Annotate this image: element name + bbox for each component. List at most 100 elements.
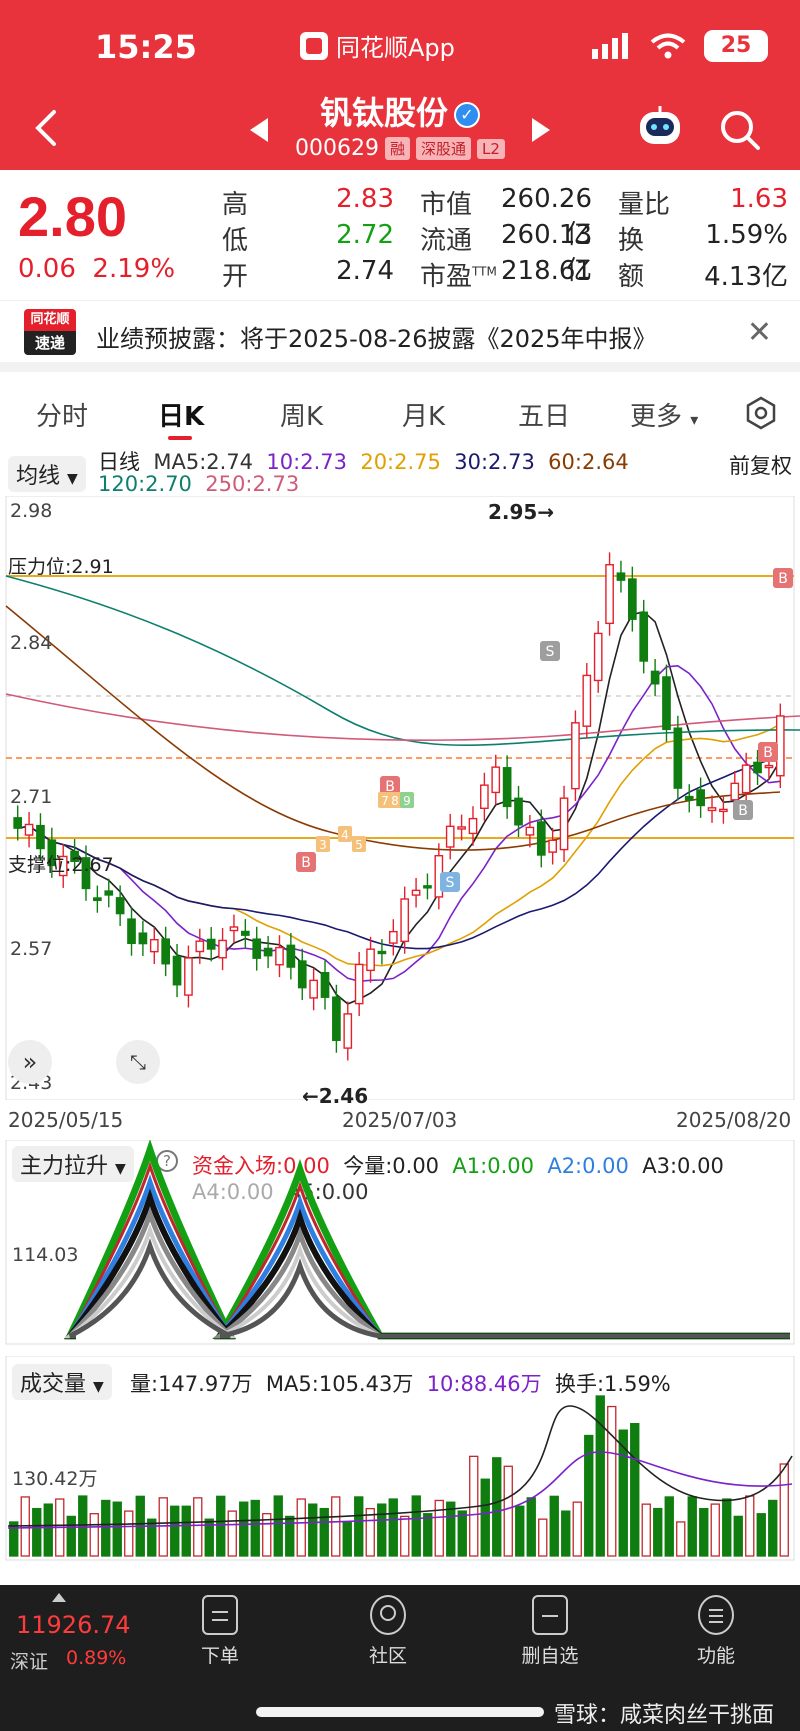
notice-bar[interactable]: 同花顺 速递 业绩预披露：将于2025-08-26披露《2025年中报》 ✕ xyxy=(0,300,800,372)
volume-bar xyxy=(43,1503,53,1557)
notice-text: 业绩预披露：将于2025-08-26披露《2025年中报》 xyxy=(96,325,657,353)
candle-body xyxy=(13,817,23,829)
volume-bar xyxy=(687,1496,697,1557)
search-icon[interactable] xyxy=(718,108,762,152)
quote-panel: 2.80 0.06 2.19% 高 2.83 低 2.72 开 2.74 市值 … xyxy=(0,170,800,300)
candle-body xyxy=(525,826,535,836)
candle-body xyxy=(684,795,694,801)
caret-down-icon: ▼ xyxy=(67,471,78,487)
indicator-select-label: 均线 xyxy=(16,464,61,489)
tab-more[interactable]: 更多 ▾ xyxy=(630,396,698,433)
tab-daily[interactable]: 日K xyxy=(158,396,204,433)
candle-body xyxy=(332,996,341,1042)
close-icon[interactable]: ✕ xyxy=(747,315,772,350)
mktcap-label: 市值 xyxy=(420,190,473,220)
settings-icon[interactable] xyxy=(744,396,778,430)
volume-bar xyxy=(515,1505,525,1557)
fullscreen-icon[interactable]: ⤡ xyxy=(116,1040,160,1084)
community-icon xyxy=(370,1595,406,1635)
battery-indicator: 25 xyxy=(704,30,768,62)
stock-code: 000629 xyxy=(295,136,380,161)
candle-body xyxy=(354,963,364,1005)
expand-left-icon[interactable]: » xyxy=(8,1040,52,1084)
candle-body xyxy=(377,950,387,955)
indicator-select[interactable]: 均线 ▼ xyxy=(8,456,86,492)
volume-bar xyxy=(32,1507,42,1557)
tab-intraday[interactable]: 分时 xyxy=(36,396,88,433)
order-icon xyxy=(202,1595,238,1635)
candle-body xyxy=(423,885,432,889)
volume-bar xyxy=(319,1507,329,1557)
candle-body xyxy=(719,808,728,813)
pe-label-text: 市盈 xyxy=(420,262,473,292)
candle-body xyxy=(161,938,171,965)
volume-bar xyxy=(641,1503,651,1557)
tab-five-day[interactable]: 五日 xyxy=(518,396,570,433)
volume-chart xyxy=(5,1356,795,1561)
volume-bar xyxy=(653,1507,663,1557)
y-label-top: 2.98 xyxy=(10,500,53,522)
robot-assistant-icon[interactable] xyxy=(636,104,684,148)
functions-button[interactable]: 功能 xyxy=(666,1595,766,1668)
candle-body xyxy=(104,890,114,896)
status-icons: 25 xyxy=(592,30,768,62)
candle-body xyxy=(741,764,751,794)
functions-label: 功能 xyxy=(696,1645,735,1667)
volume-bar xyxy=(216,1495,226,1557)
adjust-toggle[interactable]: 前复权 xyxy=(729,450,792,480)
volume-bar xyxy=(423,1513,433,1557)
volume-bar xyxy=(561,1510,571,1557)
y-label-2: 2.84 xyxy=(10,632,53,654)
candle-body xyxy=(616,572,626,581)
candle-body xyxy=(514,797,523,826)
volume-bar xyxy=(411,1495,421,1557)
candle-body xyxy=(309,979,318,999)
ma-title: 日线 xyxy=(98,450,140,474)
status-app: 同花顺App xyxy=(300,28,455,63)
last-price: 2.80 xyxy=(18,185,127,248)
candle-body xyxy=(764,764,774,769)
period-low-mark: ←2.46 xyxy=(302,1084,369,1108)
volume-bar xyxy=(722,1498,732,1557)
candle-body xyxy=(411,889,421,896)
ma60-legend: 60:2.64 xyxy=(548,450,629,474)
y-label-4: 2.57 xyxy=(10,938,53,960)
candle-body xyxy=(605,564,614,625)
date-end: 2025/08/20 xyxy=(676,1108,792,1132)
order-label: 下单 xyxy=(200,1645,239,1667)
volume-bar xyxy=(89,1513,99,1557)
home-indicator xyxy=(256,1707,544,1717)
tag-margin: 融 xyxy=(385,137,411,160)
volume-bar xyxy=(710,1503,720,1557)
volume-bar xyxy=(193,1497,203,1557)
bottom-bar: 11926.74 深证 0.89% 下单 社区 删自选 功能 雪球：咸菜肉丝干挑… xyxy=(0,1585,800,1731)
candlestick-chart[interactable]: BBSSBBB3457 8 9 xyxy=(0,496,800,1100)
tag-connect: 深股通 xyxy=(416,137,472,160)
candle-body xyxy=(627,578,637,620)
candle-body xyxy=(502,767,512,808)
ma120-legend: 120:2.70 xyxy=(98,472,192,496)
candle-body xyxy=(172,955,182,986)
volume-bar xyxy=(354,1496,364,1557)
period-high-mark: 2.95→ xyxy=(488,500,555,524)
high-value: 2.83 xyxy=(336,184,394,214)
high-label: 高 xyxy=(222,190,249,220)
volume-bar xyxy=(273,1495,283,1557)
remove-watchlist-button[interactable]: 删自选 xyxy=(500,1595,600,1668)
open-label: 开 xyxy=(222,262,249,292)
tab-weekly[interactable]: 周K xyxy=(280,396,323,433)
volume-bar xyxy=(388,1498,398,1557)
expand-up-icon[interactable] xyxy=(52,1593,66,1602)
order-button[interactable]: 下单 xyxy=(170,1595,270,1668)
community-button[interactable]: 社区 xyxy=(338,1595,438,1668)
index-value[interactable]: 11926.74 xyxy=(16,1611,131,1639)
ma250-legend: 250:2.73 xyxy=(205,472,300,496)
volume-bar xyxy=(676,1521,686,1557)
tab-monthly[interactable]: 月K xyxy=(402,396,445,433)
change-value: 0.06 xyxy=(18,254,76,284)
status-app-name: 同花顺App xyxy=(336,34,455,62)
candle-body xyxy=(650,670,660,685)
candle-body xyxy=(24,823,34,836)
volume-bar xyxy=(733,1515,743,1557)
volume-bar xyxy=(572,1501,582,1557)
